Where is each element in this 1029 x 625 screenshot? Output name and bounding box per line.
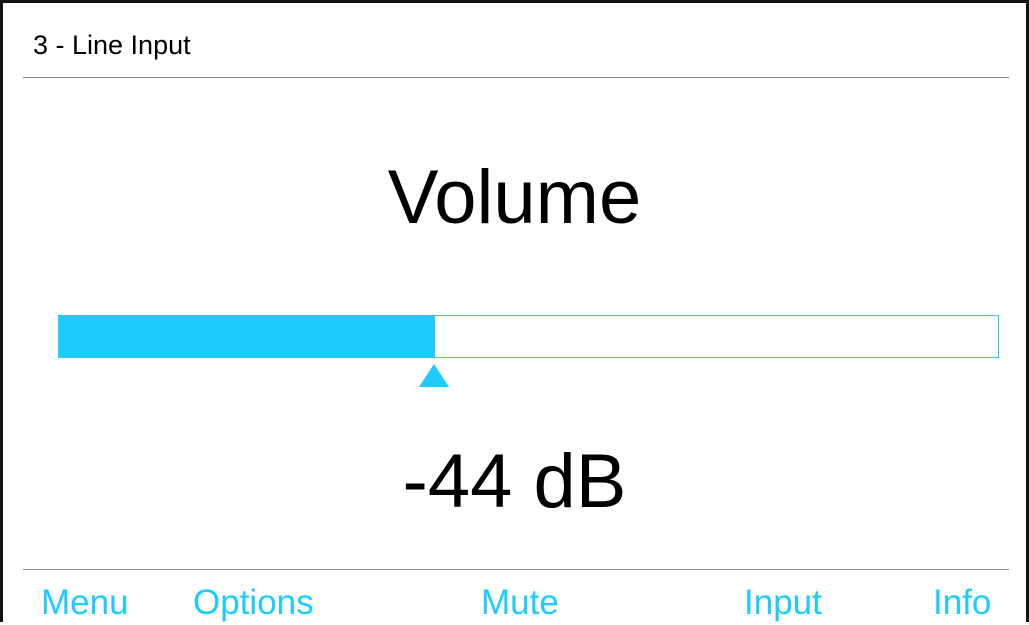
source-title: 3 - Line Input — [33, 30, 191, 60]
volume-marker-triangle-icon[interactable] — [419, 364, 450, 387]
volume-readout: -44 dB — [402, 439, 627, 524]
options-button[interactable]: Options — [193, 583, 314, 623]
mute-button[interactable]: Mute — [481, 583, 559, 623]
input-button[interactable]: Input — [744, 583, 822, 623]
menu-button[interactable]: Menu — [41, 583, 129, 623]
info-button[interactable]: Info — [933, 583, 991, 623]
volume-screen: 3 - Line Input Volume -44 dB Menu Option… — [0, 0, 1029, 622]
softkey-divider — [23, 569, 1009, 570]
volume-slider[interactable] — [58, 315, 999, 358]
softkey-bar: Menu Options Mute Input Info — [3, 577, 1026, 625]
volume-level-fill — [59, 316, 435, 357]
header-divider — [23, 77, 1009, 78]
page-title: Volume — [387, 155, 642, 240]
